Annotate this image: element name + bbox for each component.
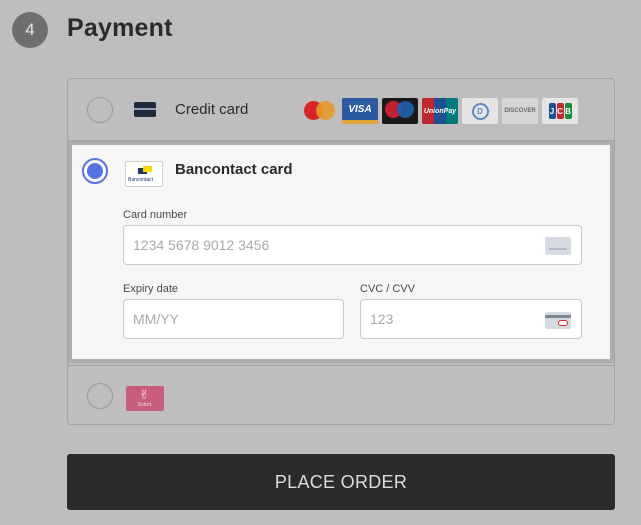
place-order-button[interactable]: PLACE ORDER: [67, 454, 615, 510]
bancontact-label: Bancontact card: [175, 161, 293, 178]
discover-icon: DISCOVER: [502, 98, 538, 124]
payment-methods-list: Credit card VISA UnionPay D DISCOVER J C…: [67, 78, 615, 425]
card-icon: [545, 237, 571, 255]
unionpay-icon: UnionPay: [422, 98, 458, 124]
bancontact-logo-text: Bancontact: [128, 177, 154, 183]
visa-icon: VISA: [342, 98, 378, 124]
card-number-label: Card number: [123, 209, 188, 221]
jcb-letter-j: J: [548, 103, 556, 119]
expiry-date-field[interactable]: MM/YY: [123, 299, 344, 339]
sofort-radio[interactable]: [87, 383, 113, 409]
expiry-date-label: Expiry date: [123, 283, 179, 295]
credit-card-radio[interactable]: [87, 97, 113, 123]
expiry-date-placeholder: MM/YY: [133, 311, 179, 327]
credit-card-icon: [134, 102, 156, 117]
jcb-letter-b: B: [564, 103, 572, 119]
step-number-badge: 4: [12, 12, 48, 48]
payment-method-bancontact[interactable]: Bancontact Bancontact card Card number 1…: [68, 141, 614, 363]
bancontact-logo: Bancontact: [125, 161, 163, 187]
sofort-logo-text: Sofort.: [137, 402, 153, 408]
mastercard-icon: [302, 98, 338, 124]
maestro-icon: [382, 98, 418, 124]
diners-icon: D: [462, 98, 498, 124]
sofort-hand-icon: ✌: [139, 387, 150, 402]
cvc-field[interactable]: 123: [360, 299, 582, 339]
jcb-icon: J C B: [542, 98, 578, 124]
cvc-placeholder: 123: [370, 311, 394, 327]
payment-method-sofort[interactable]: ✌ Sofort.: [68, 365, 614, 425]
card-number-field[interactable]: 1234 5678 9012 3456: [123, 225, 582, 265]
cvc-label: CVC / CVV: [360, 283, 416, 295]
cvc-card-icon: [545, 312, 571, 329]
bancontact-mark: [138, 166, 152, 174]
sofort-logo: ✌ Sofort.: [126, 386, 164, 411]
card-number-placeholder: 1234 5678 9012 3456: [133, 237, 270, 253]
credit-card-label: Credit card: [175, 101, 249, 118]
jcb-letter-c: C: [556, 103, 564, 119]
payment-method-credit-card[interactable]: Credit card VISA UnionPay D DISCOVER J C…: [68, 79, 614, 141]
card-brands: VISA UnionPay D DISCOVER J C B: [302, 98, 578, 124]
page-title: Payment: [67, 14, 173, 42]
bancontact-radio[interactable]: [82, 158, 108, 184]
